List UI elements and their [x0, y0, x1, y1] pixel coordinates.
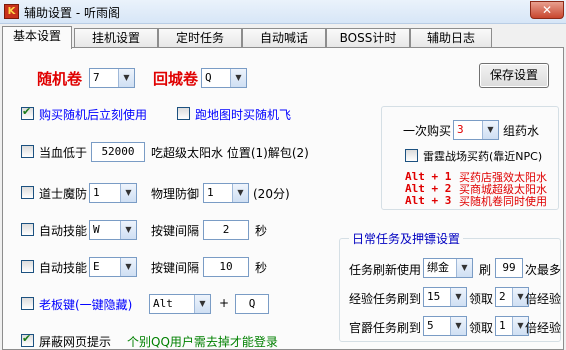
thunder-buy-label: 雷霆战场买药(靠近NPC) [423, 150, 543, 163]
rank-task-select[interactable]: 5 ▼ [423, 316, 467, 336]
app-icon: K [4, 4, 19, 19]
auto-skill-1-key: W [93, 223, 100, 236]
boss-key-modifier-select[interactable]: Alt ▼ [149, 294, 211, 314]
return-scroll-select[interactable]: Q ▼ [201, 68, 247, 88]
thunder-buy-checkbox[interactable] [405, 149, 418, 162]
chevron-down-icon: ▼ [456, 259, 472, 277]
auto-skill-2-select[interactable]: E ▼ [89, 257, 137, 277]
random-scroll-value: 7 [93, 71, 100, 84]
auto-skill-1-checkbox[interactable] [21, 223, 34, 236]
chevron-down-icon: ▼ [482, 121, 498, 139]
exp-task-value: 15 [427, 290, 441, 303]
tab-idle-settings[interactable]: 挂机设置 [74, 28, 158, 48]
refresh-label: 任务刷新使用 [349, 263, 422, 277]
auto-skill-1-interval-label: 按键间隔 [151, 224, 200, 238]
block-web-checkbox[interactable] [21, 332, 34, 347]
close-button[interactable]: ✕ [530, 1, 564, 19]
title-bar: K 辅助设置 - 听雨阁 ✕ [0, 0, 566, 24]
boss-key-checkbox[interactable] [21, 297, 34, 310]
return-scroll-label: 回城卷 [153, 70, 199, 88]
refresh-word: 刷 [479, 263, 492, 277]
hotkey-3-desc: 买随机卷同时使用 [459, 195, 547, 208]
chevron-down-icon: ▼ [120, 258, 136, 276]
auto-skill-1-unit: 秒 [255, 224, 268, 238]
tab-boss-timer[interactable]: BOSS计时 [326, 28, 410, 48]
buy-once-label: 一次购买 [403, 124, 452, 138]
taoist-magic-def-value: 1 [93, 186, 100, 199]
buy-once-value: 3 [457, 123, 464, 136]
tab-auto-chat[interactable]: 自动喊话 [242, 28, 326, 48]
random-scroll-select[interactable]: 7 ▼ [89, 68, 135, 88]
refresh-suffix: 次最多 [525, 263, 562, 277]
chevron-down-icon: ▼ [120, 184, 136, 202]
chevron-down-icon: ▼ [450, 288, 466, 306]
plus-sign: + [219, 296, 230, 310]
run-map-buy-checkbox[interactable] [177, 107, 190, 120]
exp-mult-value: 2 [499, 290, 506, 303]
boss-key-modifier-value: Alt [153, 297, 173, 310]
low-hp-input[interactable]: 52000 [91, 142, 145, 162]
random-scroll-label: 随机卷 [37, 70, 83, 88]
run-map-buy-label: 跑地图时买随机飞 [195, 108, 292, 122]
duration-label: (20分) [253, 187, 290, 201]
refresh-item-value: 绑金 [427, 261, 449, 274]
refresh-item-select[interactable]: 绑金 ▼ [423, 258, 473, 278]
boss-key-label: 老板键(一键隐藏) [39, 298, 133, 312]
taoist-magic-def-label: 道士魔防 [39, 187, 88, 201]
buy-random-use-checkbox[interactable] [21, 105, 34, 120]
rank-mult-suffix: 倍经验 [525, 321, 562, 335]
tab-basic-settings[interactable]: 基本设置 [2, 26, 72, 49]
auto-skill-2-label: 自动技能 [39, 261, 88, 275]
taoist-magic-def-checkbox[interactable] [21, 186, 34, 199]
save-settings-button[interactable]: 保存设置 [479, 63, 549, 88]
taoist-magic-def-select[interactable]: 1 ▼ [89, 183, 137, 203]
tab-bar: 基本设置 挂机设置 定时任务 自动喊话 BOSS计时 辅助日志 [0, 26, 566, 49]
auto-skill-1-label: 自动技能 [39, 224, 88, 238]
auto-skill-2-interval-input[interactable]: 10 [203, 257, 249, 277]
chevron-down-icon: ▼ [230, 69, 246, 87]
rank-task-label: 官爵任务刷到 [349, 321, 422, 335]
refresh-count-input[interactable]: 99 [495, 258, 523, 278]
chevron-down-icon: ▼ [118, 69, 134, 87]
auto-skill-1-select[interactable]: W ▼ [89, 220, 137, 240]
exp-mult-select[interactable]: 2 ▼ [495, 287, 529, 307]
buy-once-select[interactable]: 3 ▼ [453, 120, 499, 140]
rank-mult-value: 1 [499, 319, 506, 332]
low-hp-checkbox[interactable] [21, 145, 34, 158]
rank-mult-select[interactable]: 1 ▼ [495, 316, 529, 336]
tab-assist-log[interactable]: 辅助日志 [410, 28, 492, 48]
chevron-down-icon: ▼ [232, 184, 248, 202]
boss-key-input[interactable]: Q [235, 294, 269, 314]
exp-claim-label: 领取 [469, 292, 494, 306]
auto-skill-2-interval-label: 按键间隔 [151, 261, 200, 275]
auto-skill-2-key: E [93, 260, 100, 273]
block-web-label: 屏蔽网页提示 [39, 335, 112, 349]
phys-def-select[interactable]: 1 ▼ [203, 183, 249, 203]
exp-task-label: 经验任务刷到 [349, 292, 422, 306]
chevron-down-icon: ▼ [194, 295, 210, 313]
exp-task-select[interactable]: 15 ▼ [423, 287, 467, 307]
low-hp-label: 当血低于 [39, 146, 88, 160]
settings-panel: 随机卷 7 ▼ 回城卷 Q ▼ 购买随机后立刻使用 跑地图时买随机飞 当血低于 … [2, 47, 564, 350]
exp-mult-suffix: 倍经验 [525, 292, 562, 306]
auto-skill-2-checkbox[interactable] [21, 260, 34, 273]
chevron-down-icon: ▼ [450, 317, 466, 335]
buy-once-suffix: 组药水 [503, 124, 540, 138]
tab-scheduled-tasks[interactable]: 定时任务 [158, 28, 242, 48]
return-scroll-value: Q [205, 71, 212, 84]
auto-skill-1-interval-input[interactable]: 2 [203, 220, 249, 240]
chevron-down-icon: ▼ [120, 221, 136, 239]
rank-task-value: 5 [427, 319, 434, 332]
phys-def-value: 1 [207, 186, 214, 199]
rank-claim-label: 领取 [469, 321, 494, 335]
low-hp-suffix: 吃超级太阳水 位置(1)解包(2) [151, 146, 309, 160]
phys-def-label: 物理防御 [151, 187, 200, 201]
daily-task-title: 日常任务及押镖设置 [349, 230, 464, 247]
block-web-note: 个别QQ用户需去掉才能登录 [127, 335, 278, 349]
buy-random-use-label: 购买随机后立刻使用 [39, 108, 148, 122]
auto-skill-2-unit: 秒 [255, 261, 268, 275]
hotkey-3-keys: Alt + 3 [405, 194, 452, 207]
window-title: 辅助设置 - 听雨阁 [24, 6, 120, 20]
